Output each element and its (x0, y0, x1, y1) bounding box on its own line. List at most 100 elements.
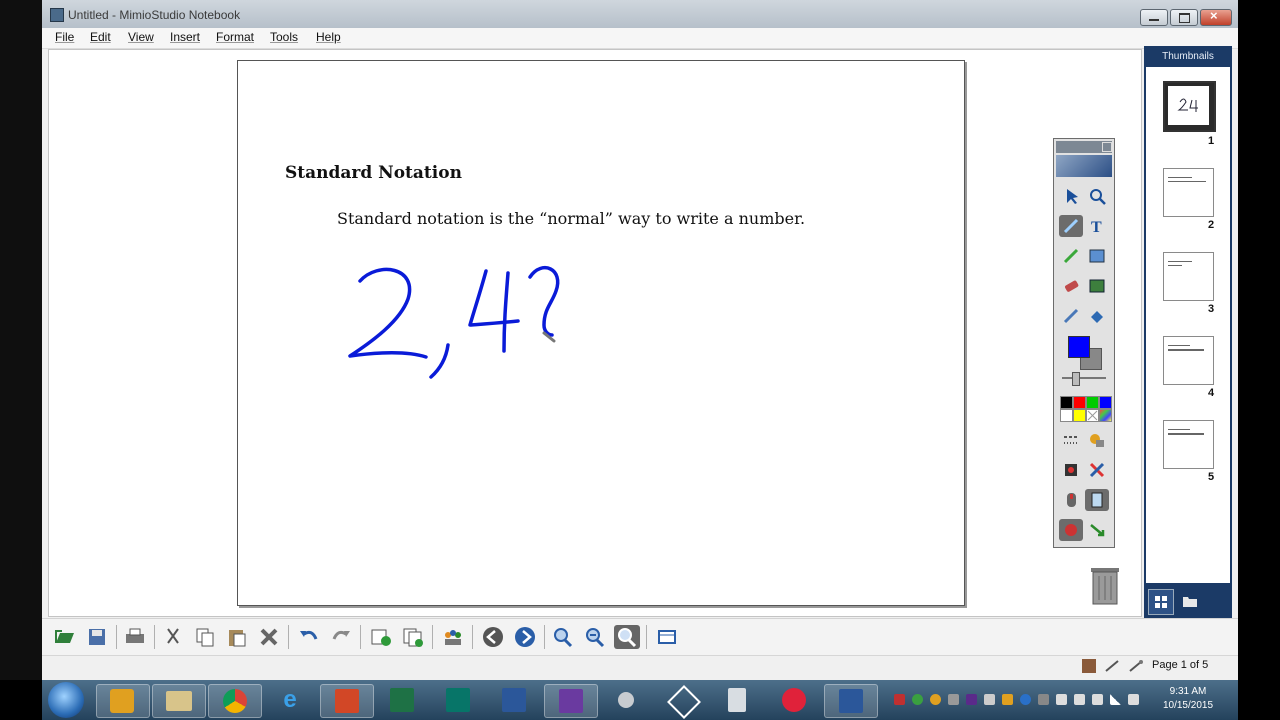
start-button[interactable] (48, 682, 84, 718)
menu-help[interactable]: Help (316, 30, 341, 44)
open-icon[interactable] (52, 625, 78, 649)
internet-explorer-icon[interactable]: e (264, 684, 316, 716)
tray-icon[interactable] (1038, 694, 1049, 705)
color-swatch-yellow[interactable] (1073, 409, 1086, 422)
thumbnail-page-5[interactable] (1163, 420, 1214, 469)
thumbnail-page-3[interactable] (1163, 252, 1214, 301)
pen-status-icon[interactable] (1104, 659, 1120, 673)
thumbnail-page-1[interactable] (1163, 81, 1216, 132)
publisher-icon[interactable] (432, 684, 484, 716)
palette-close-icon[interactable] (1102, 142, 1112, 152)
app-icon[interactable] (50, 8, 64, 22)
minimize-button[interactable] (1140, 9, 1168, 26)
arrow-tool-icon[interactable] (1085, 519, 1109, 541)
undo-icon[interactable] (296, 625, 322, 649)
view-icon[interactable] (654, 625, 680, 649)
maximize-button[interactable] (1170, 9, 1198, 26)
copy-icon[interactable] (192, 625, 218, 649)
folder-icon[interactable] (1178, 589, 1202, 613)
zoom-icon[interactable] (1085, 185, 1109, 207)
mouse-icon[interactable] (1059, 489, 1083, 511)
select-icon[interactable] (1059, 185, 1083, 207)
print-icon[interactable] (122, 625, 148, 649)
zoom-in-icon[interactable] (550, 625, 576, 649)
powerpoint-icon[interactable] (320, 684, 374, 718)
fit-page-icon[interactable] (614, 625, 640, 649)
menu-edit[interactable]: Edit (90, 30, 111, 44)
fill-icon[interactable] (1085, 305, 1109, 327)
delete-icon[interactable] (256, 625, 282, 649)
color-swatch-none[interactable] (1086, 409, 1099, 422)
collaborate-icon[interactable] (440, 625, 466, 649)
previous-page-icon[interactable] (480, 625, 506, 649)
handwritten-ink[interactable] (338, 259, 578, 389)
reveal-icon[interactable] (1059, 519, 1083, 541)
menu-insert[interactable]: Insert (170, 30, 200, 44)
eyedropper-icon[interactable] (1059, 305, 1083, 327)
close-button[interactable]: × (1200, 8, 1232, 26)
tray-icon[interactable] (930, 694, 941, 705)
action-center-icon[interactable] (1074, 694, 1085, 705)
paste-icon[interactable] (224, 625, 250, 649)
page-heading[interactable]: Standard Notation (285, 163, 462, 183)
color-swatch-red[interactable] (1073, 396, 1086, 409)
itunes-icon[interactable] (768, 684, 820, 716)
menu-view[interactable]: View (128, 30, 154, 44)
palette-title-bar[interactable] (1056, 141, 1112, 153)
delete-icon[interactable] (1085, 459, 1109, 481)
color-swatch-blue[interactable] (1099, 396, 1112, 409)
title-bar[interactable]: Untitled - MimioStudio Notebook × (42, 0, 1238, 28)
shapes-icon[interactable] (1085, 429, 1109, 451)
tools-status-icon[interactable] (1128, 659, 1144, 673)
volume-icon[interactable] (1092, 694, 1103, 705)
menu-file[interactable]: File (55, 30, 74, 44)
flag-icon[interactable] (984, 694, 995, 705)
mimio-icon[interactable] (544, 684, 598, 718)
record-icon[interactable] (1059, 459, 1083, 481)
save-icon[interactable] (84, 625, 110, 649)
excel-icon[interactable] (376, 684, 428, 716)
menu-tools[interactable]: Tools (270, 30, 298, 44)
chrome-icon[interactable] (208, 684, 262, 718)
thickness-slider-handle[interactable] (1072, 372, 1080, 386)
pen-icon[interactable] (1059, 215, 1083, 237)
clock[interactable]: 9:31 AM 10/15/2015 (1158, 685, 1218, 713)
next-page-icon[interactable] (512, 625, 538, 649)
thumbnails-view-icon[interactable] (1148, 589, 1174, 615)
color-swatch-more[interactable] (1099, 409, 1112, 422)
canvas-area[interactable]: Standard Notation Standard notation is t… (48, 49, 1142, 617)
onenote-icon[interactable] (966, 694, 977, 705)
gallery-icon[interactable] (1085, 275, 1109, 297)
tool-palette[interactable]: T (1053, 138, 1115, 548)
mimio-tools-icon[interactable] (656, 684, 708, 719)
color-swatch-black[interactable] (1060, 396, 1073, 409)
zoom-out-icon[interactable] (582, 625, 608, 649)
word-icon[interactable] (824, 684, 878, 718)
redo-icon[interactable] (328, 625, 354, 649)
app-icon[interactable] (600, 684, 652, 716)
cut-icon[interactable] (160, 625, 186, 649)
thumbnail-page-2[interactable] (1163, 168, 1214, 217)
tray-icon[interactable] (1056, 694, 1067, 705)
battery-icon[interactable] (1128, 694, 1139, 705)
network-icon[interactable] (1110, 694, 1121, 705)
screen-annotation-icon[interactable] (1082, 659, 1096, 673)
outlook-icon[interactable] (96, 684, 150, 718)
color-swatch-white[interactable] (1060, 409, 1073, 422)
highlighter-icon[interactable] (1059, 245, 1083, 267)
text-icon[interactable]: T (1085, 215, 1109, 237)
trash-icon[interactable] (1089, 564, 1121, 605)
thumbnail-page-4[interactable] (1163, 336, 1214, 385)
bluetooth-icon[interactable] (1020, 694, 1031, 705)
eraser-icon[interactable] (1059, 275, 1083, 297)
tray-icon[interactable] (948, 694, 959, 705)
color-swatch-green[interactable] (1086, 396, 1099, 409)
tray-icon[interactable] (912, 694, 923, 705)
word-icon[interactable] (488, 684, 540, 716)
duplicate-page-icon[interactable] (400, 625, 426, 649)
new-page-icon[interactable] (368, 625, 394, 649)
line-style-icon[interactable] (1059, 429, 1083, 451)
page-body-text[interactable]: Standard notation is the “normal” way to… (337, 209, 805, 228)
screen-icon[interactable] (1085, 489, 1109, 511)
calculator-icon[interactable] (712, 684, 764, 716)
